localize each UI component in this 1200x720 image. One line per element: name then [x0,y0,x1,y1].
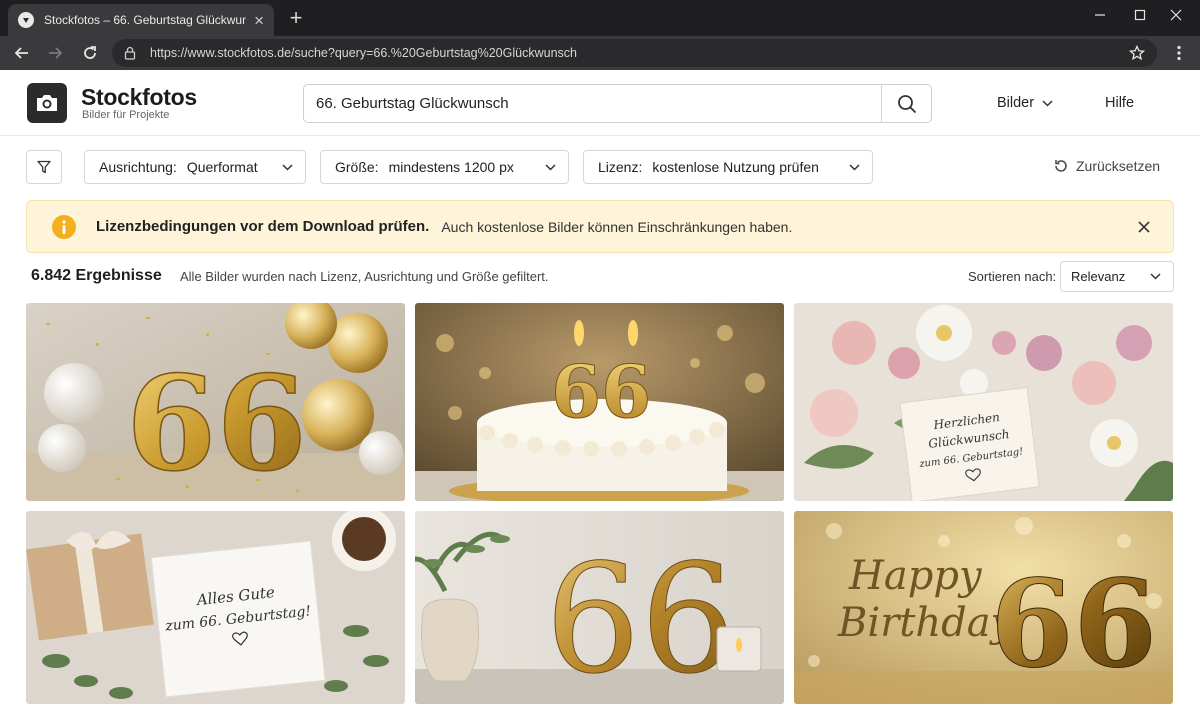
browser-tab[interactable]: Stockfotos – 66. Geburtstag Glückwunsch … [8,4,274,36]
site-favicon-icon [18,12,34,28]
new-tab-button[interactable]: + [284,6,308,30]
size-label: Größe: [335,159,379,175]
reset-icon [1055,160,1067,172]
brand-name[interactable]: Stockfotos [81,85,197,109]
image-result-birthday-cake[interactable]: 66 [415,303,784,501]
birthday-number: 66 [990,554,1157,695]
lock-icon [124,46,136,60]
chevron-down-icon [545,163,556,171]
close-icon [1170,9,1182,21]
chevron-down-icon [1042,99,1053,107]
bookmark-star-icon[interactable] [1129,45,1145,61]
search-input[interactable] [304,85,881,122]
license-label: Lizenz: [598,159,643,175]
maximize-icon [1134,9,1146,21]
license-dropdown[interactable]: Lizenz: kostenlose Nutzung prüfen [583,150,873,184]
url-text: https://www.stockfotos.de/suche?query=66… [150,46,577,60]
license-value: kostenlose Nutzung prüfen [652,159,819,175]
nav-images-label: Bilder [997,95,1035,111]
banner-text: Auch kostenlose Bilder können Einschränk… [441,218,793,235]
minimize-icon [1095,14,1105,16]
close-window-button[interactable] [1156,0,1196,30]
banner-title: Lizenzbedingungen vor dem Download prüfe… [96,218,430,235]
sort-label: Sortieren nach: [968,269,1057,284]
chevron-down-icon [849,163,860,171]
candle-number: 66 [551,349,651,434]
image-result-gold-balloons[interactable]: 66 [26,303,405,501]
info-icon [52,214,76,239]
size-dropdown[interactable]: Größe: mindestens 1200 px [320,150,569,184]
chevron-down-icon [1150,273,1161,280]
orientation-label: Ausrichtung: [99,159,177,175]
search-button[interactable] [881,85,931,122]
minimize-button[interactable] [1080,0,1120,30]
browser-titlebar: Stockfotos – 66. Geburtstag Glückwunsch … [0,0,1200,36]
filter-toggle-button[interactable] [26,150,62,184]
back-button[interactable] [12,43,32,63]
balloon-number: 66 [126,347,307,500]
reload-button[interactable] [80,43,100,63]
search-icon [897,94,916,113]
happy-text: Happy [848,553,983,599]
banner-close-icon[interactable] [1135,218,1153,236]
chevron-down-icon [282,163,293,171]
camera-icon[interactable] [27,83,67,123]
tab-title: Stockfotos – 66. Geburtstag Glückwunsch [44,13,247,27]
brand-tagline: Bilder für Projekte [82,109,170,121]
arrow-left-icon [14,47,28,59]
birthday-text: Birthday [837,600,1015,646]
sort-dropdown[interactable]: Relevanz [1060,261,1174,292]
image-result-flower-bouquet[interactable]: Herzlichen Glückwunsch zum 66. Geburtsta… [794,303,1173,501]
reload-icon [84,46,96,59]
reset-label: Zurücksetzen [1076,158,1161,174]
address-bar[interactable]: https://www.stockfotos.de/suche?query=66… [112,39,1157,67]
nav-images-menu[interactable]: Bilder [997,95,1053,111]
sort-value: Relevanz [1071,269,1126,284]
filter-funnel-icon [37,160,51,174]
tab-close-icon[interactable]: × [254,12,264,29]
image-result-gift-card[interactable]: Alles Gute zum 66. Geburtstag! [26,511,405,704]
image-result-gold-numbers[interactable]: 66 [415,511,784,704]
search-box [303,84,932,123]
image-result-happy-birthday[interactable]: Happy Birthday 66 [794,511,1173,704]
results-count: 6.842 Ergebnisse [31,267,162,284]
size-value: mindestens 1200 px [388,159,514,175]
browser-toolbar: https://www.stockfotos.de/suche?query=66… [0,36,1200,70]
arrow-right-icon [49,47,63,59]
browser-menu-icon[interactable] [1170,44,1188,62]
maximize-button[interactable] [1120,0,1160,30]
orientation-dropdown[interactable]: Ausrichtung: Querformat [84,150,306,184]
nav-help-link[interactable]: Hilfe [1105,95,1134,111]
forward-button[interactable] [45,43,65,63]
results-note: Alle Bilder wurden nach Lizenz, Ausricht… [180,269,549,284]
gold-number: 66 [545,533,736,704]
license-warning-banner: Lizenzbedingungen vor dem Download prüfe… [26,200,1174,253]
site-header: Stockfotos Bilder für Projekte Bilder Hi… [0,70,1200,136]
reset-filters-button[interactable]: Zurücksetzen [1053,158,1160,174]
orientation-value: Querformat [186,159,258,175]
